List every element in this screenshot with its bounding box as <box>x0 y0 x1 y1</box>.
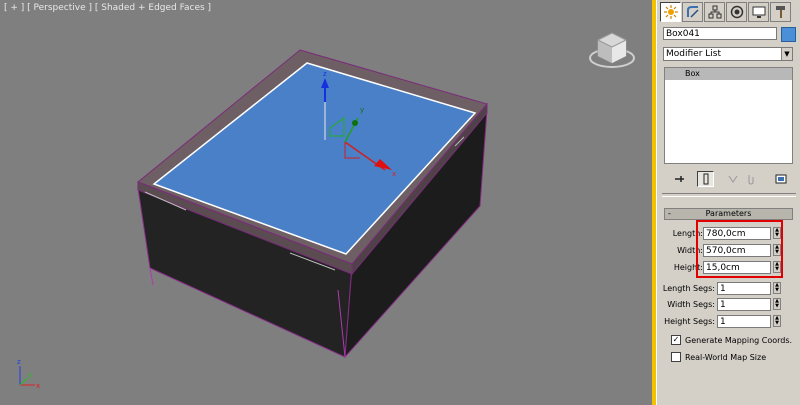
panel-separator <box>662 193 796 197</box>
remove-modifier-icon <box>748 175 753 185</box>
motion-tab[interactable] <box>726 2 747 22</box>
world-y-label: y <box>28 371 32 379</box>
real-world-map-size-checkbox[interactable] <box>671 352 681 362</box>
make-unique-button[interactable] <box>724 171 741 187</box>
gizmo-y-label: y <box>360 106 364 114</box>
stack-toolbar <box>662 171 796 187</box>
command-panel: Box041 Modifier List ▼ Box - Parameters … <box>656 0 800 405</box>
display-tab[interactable] <box>748 2 769 22</box>
viewcube-icon <box>589 32 635 68</box>
length-segs-field[interactable]: 1 <box>717 282 771 295</box>
remove-modifier-button[interactable] <box>742 171 759 187</box>
gizmo-x-label: x <box>392 170 396 178</box>
world-x-label: x <box>36 382 40 390</box>
hierarchy-icon <box>708 5 721 19</box>
modifier-list-dropdown[interactable]: Modifier List ▼ <box>663 47 793 61</box>
width-segs-field[interactable]: 1 <box>717 298 771 311</box>
configure-modifier-sets-button[interactable] <box>772 171 789 187</box>
width-segs-spinner[interactable]: ▲ ▼ <box>773 298 781 310</box>
modifier-stack[interactable]: Box <box>664 67 793 164</box>
pin-icon <box>674 176 684 182</box>
perspective-viewport[interactable]: [ + ] [ Perspective ] [ Shaded + Edged F… <box>0 0 656 405</box>
sun-star-icon <box>663 5 678 19</box>
configure-sets-icon <box>775 174 786 184</box>
rollout-title: Parameters <box>705 209 752 218</box>
height-segs-label: Height Segs: <box>664 317 715 326</box>
world-z-label: z <box>17 358 21 366</box>
rollout-collapse-toggle[interactable]: - <box>668 209 671 219</box>
highlight-annotation-box <box>696 220 783 278</box>
end-result-icon <box>703 173 708 185</box>
height-segs-spinner[interactable]: ▲ ▼ <box>773 315 781 327</box>
make-unique-icon <box>728 175 737 183</box>
object-name-field[interactable]: Box041 <box>663 27 777 40</box>
gizmo-z-label: z <box>323 70 327 78</box>
height-segs-field[interactable]: 1 <box>717 315 771 328</box>
create-tab[interactable] <box>660 2 681 22</box>
generate-mapping-checkbox[interactable]: ✓ <box>671 335 681 345</box>
hammer-icon <box>775 6 785 18</box>
chevron-down-icon: ▼ <box>781 48 792 60</box>
viewport-scene: z x y z x y <box>17 32 635 390</box>
generate-mapping-label: Generate Mapping Coords. <box>685 336 793 345</box>
real-world-map-size-label: Real-World Map Size <box>685 353 767 362</box>
pin-stack-button[interactable] <box>670 171 687 187</box>
motion-circle-icon <box>730 5 743 19</box>
show-end-result-button[interactable] <box>697 171 714 187</box>
modify-tab[interactable] <box>682 2 703 22</box>
stack-item-box[interactable]: Box <box>665 68 792 80</box>
command-panel-tabs <box>660 2 791 22</box>
modify-bend-icon <box>686 6 699 18</box>
utilities-tab[interactable] <box>770 2 791 22</box>
hierarchy-tab[interactable] <box>704 2 725 22</box>
monitor-icon <box>752 6 765 18</box>
object-color-swatch[interactable] <box>781 27 796 42</box>
length-segs-label: Length Segs: <box>662 284 715 293</box>
modifier-list-label: Modifier List <box>666 49 721 59</box>
parameters-rollout-header[interactable]: - Parameters <box>664 208 793 220</box>
width-segs-label: Width Segs: <box>667 300 715 309</box>
length-segs-spinner[interactable]: ▲ ▼ <box>773 282 781 294</box>
